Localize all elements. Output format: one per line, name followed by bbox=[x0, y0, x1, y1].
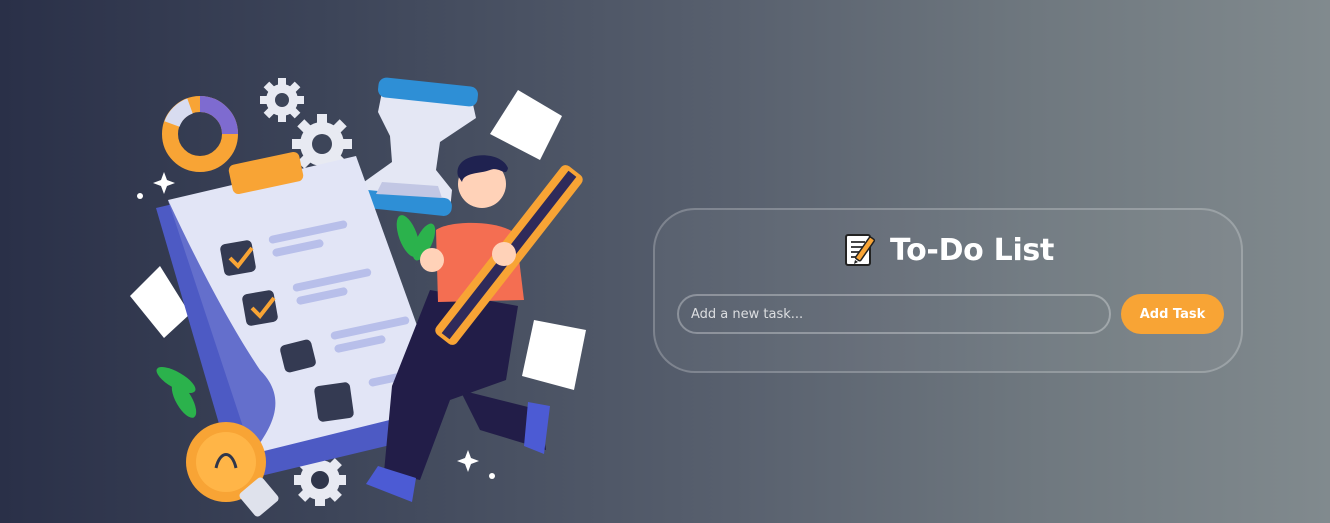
title-row: To-Do List bbox=[655, 232, 1241, 268]
sparkle-icon bbox=[153, 172, 175, 194]
add-task-button[interactable]: Add Task bbox=[1121, 294, 1224, 334]
memo-icon bbox=[842, 232, 878, 268]
checkbox-checked-icon bbox=[220, 240, 256, 276]
paper-sheet-icon bbox=[490, 90, 562, 160]
gear-icon bbox=[260, 78, 304, 122]
checkbox-empty-icon bbox=[314, 382, 354, 422]
hourglass-icon bbox=[360, 77, 478, 216]
checklist-illustration bbox=[120, 70, 600, 523]
paper-sheet-icon bbox=[522, 320, 586, 390]
donut-chart-icon bbox=[162, 96, 238, 172]
todo-card: To-Do List Add Task bbox=[653, 208, 1243, 373]
sparkle-icon bbox=[457, 450, 479, 472]
new-task-input[interactable] bbox=[677, 294, 1111, 334]
page-title: To-Do List bbox=[889, 232, 1055, 268]
checkbox-checked-icon bbox=[242, 290, 278, 326]
